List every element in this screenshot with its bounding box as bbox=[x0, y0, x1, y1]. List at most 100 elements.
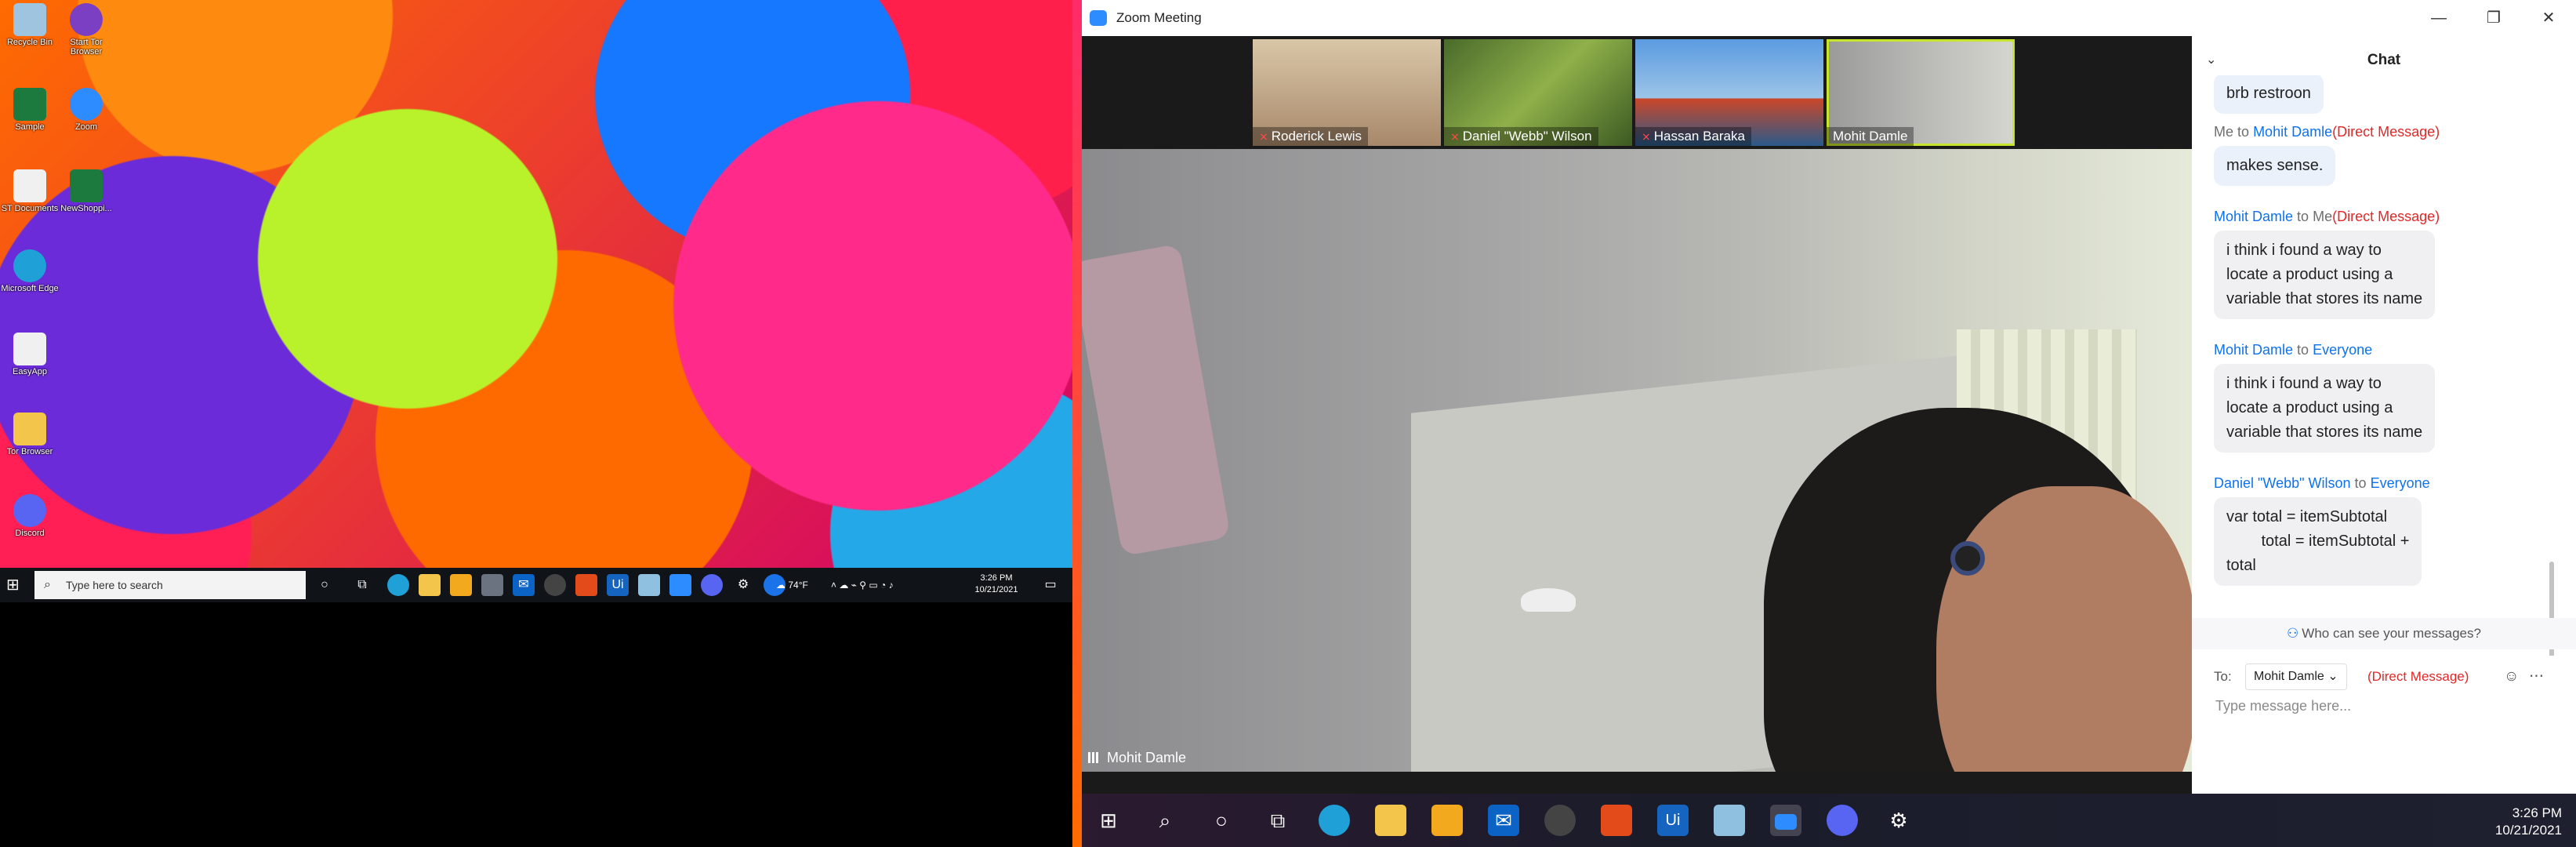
chat-message: Mohit Damle to Me(Direct Message) i thin… bbox=[2214, 207, 2440, 319]
discord-icon[interactable] bbox=[701, 574, 723, 596]
desktop-wallpaper bbox=[0, 0, 1072, 568]
participant-tile[interactable]: ⨯ Roderick Lewis bbox=[1253, 39, 1441, 146]
message-bubble: var total = itemSubtotal total = itemSub… bbox=[2214, 497, 2422, 586]
gear-icon[interactable]: ⚙ bbox=[732, 574, 754, 596]
right-taskbar-clock[interactable]: 3:26 PM 10/21/2021 bbox=[2495, 805, 2562, 839]
desktop-icon-zoom[interactable]: Zoom bbox=[56, 88, 116, 132]
chat-message: Mohit Damle to Everyone i think i found … bbox=[2214, 340, 2436, 453]
desktop-icon-recycle-bin[interactable]: Recycle Bin bbox=[0, 3, 60, 47]
edge-icon[interactable] bbox=[387, 574, 409, 596]
message-meta: Me to Mohit Damle(Direct Message) bbox=[2214, 124, 2440, 140]
chat-title: Chat bbox=[2367, 52, 2401, 68]
message-meta: Daniel "Webb" Wilson to Everyone bbox=[2214, 475, 2430, 491]
chat-message-input[interactable] bbox=[2214, 696, 2554, 778]
store-icon[interactable] bbox=[1431, 805, 1463, 836]
desktop-icon-st-documents[interactable]: ST Documents bbox=[0, 169, 60, 213]
gear-icon[interactable]: ⚙ bbox=[1883, 805, 1914, 836]
windows-start-icon[interactable]: ⊞ bbox=[6, 576, 25, 594]
left-taskbar-clock[interactable]: 3:26 PM 10/21/2021 bbox=[969, 573, 1024, 596]
chat-panel: ⌄ Chat brb restroon Me to Mohit Damle(Di… bbox=[2192, 36, 2576, 794]
document-icon bbox=[13, 169, 46, 202]
window-title: Zoom Meeting bbox=[1116, 10, 1202, 25]
tor-browser-icon bbox=[70, 3, 103, 36]
desktop-icon-sample[interactable]: Sample bbox=[0, 88, 60, 132]
search-icon[interactable]: ⌕ bbox=[1149, 805, 1181, 836]
signal-strength-icon bbox=[1088, 752, 1102, 763]
office-icon[interactable] bbox=[575, 574, 597, 596]
chat-message-list[interactable]: brb restroon Me to Mohit Damle(Direct Me… bbox=[2192, 75, 2560, 656]
participant-thumbnail-strip: ⨯ Roderick Lewis ⨯ Daniel "Webb" Wilson ⨯ H… bbox=[1082, 36, 2192, 149]
recycle-bin-icon bbox=[13, 3, 46, 36]
weather-widget[interactable]: ☁ 74°F bbox=[776, 574, 808, 596]
desktop-icon-newshopping[interactable]: NewShoppi... bbox=[56, 169, 116, 213]
participant-tile[interactable]: ⨯ Daniel "Webb" Wilson bbox=[1444, 39, 1632, 146]
zoom-titlebar: Zoom Meeting — ❐ ✕ bbox=[1082, 0, 2576, 36]
zoom-meeting-window: Zoom Meeting — ❐ ✕ ⨯ Roderick Lewis ⨯ Dani… bbox=[1082, 0, 2576, 794]
app-icon[interactable] bbox=[1544, 805, 1576, 836]
message-bubble: makes sense. bbox=[2214, 146, 2336, 186]
message-bubble: brb restroon bbox=[2214, 75, 2324, 114]
chevron-down-icon: ⌄ bbox=[2327, 670, 2338, 683]
desktop-icon-microsoft-edge[interactable]: Microsoft Edge bbox=[0, 249, 60, 293]
desktop-icon-discord[interactable]: Discord bbox=[0, 494, 60, 538]
settings-app-icon[interactable] bbox=[481, 574, 503, 596]
file-explorer-icon[interactable] bbox=[1375, 805, 1406, 836]
restore-button[interactable]: ❐ bbox=[2466, 0, 2521, 36]
task-view-icon[interactable]: ⧉ bbox=[351, 574, 373, 596]
uipath-icon[interactable]: Ui bbox=[607, 574, 629, 596]
chat-recipient-row: To: Mohit Damle ⌄ (Direct Message) ☺ ⋯ bbox=[2214, 663, 2559, 690]
desktop-icon-start-tor-browser[interactable]: Start Tor Browser bbox=[56, 3, 116, 56]
task-view-icon[interactable]: ⧉ bbox=[1262, 805, 1293, 836]
message-meta: Mohit Damle to Everyone bbox=[2214, 342, 2373, 358]
mail-icon[interactable]: ✉ bbox=[1488, 805, 1519, 836]
cortana-icon[interactable]: ○ bbox=[314, 574, 336, 596]
message-bubble: i think i found a way to locate a produc… bbox=[2214, 364, 2436, 453]
system-tray[interactable]: ˄ ☁ ⌁ ⚲ ▭ ◔ ♪ bbox=[831, 574, 964, 596]
uipath-icon[interactable]: Ui bbox=[1657, 805, 1689, 836]
cortana-icon[interactable]: ○ bbox=[1206, 805, 1237, 836]
store-icon[interactable] bbox=[450, 574, 472, 596]
muted-mic-icon: ⨯ bbox=[1642, 130, 1651, 143]
participant-tile[interactable]: ⨯ Hassan Baraka bbox=[1635, 39, 1823, 146]
notification-icon[interactable]: ▭ bbox=[1039, 574, 1061, 596]
recipient-dropdown[interactable]: Mohit Damle ⌄ bbox=[2245, 663, 2347, 690]
weather-icon: ☁ bbox=[776, 580, 789, 591]
muted-mic-icon: ⨯ bbox=[1259, 130, 1268, 143]
app-icon[interactable] bbox=[544, 574, 566, 596]
file-explorer-icon[interactable] bbox=[419, 574, 441, 596]
more-options-icon[interactable]: ⋯ bbox=[2529, 663, 2544, 690]
discord-icon[interactable] bbox=[1827, 805, 1858, 836]
close-button[interactable]: ✕ bbox=[2521, 0, 2576, 36]
who-can-see-messages-link[interactable]: ⚇ Who can see your messages? bbox=[2192, 618, 2576, 649]
edge-icon[interactable] bbox=[1319, 805, 1350, 836]
office-icon[interactable] bbox=[1601, 805, 1632, 836]
zoom-taskbar-icon[interactable] bbox=[1770, 805, 1801, 836]
message-meta: Mohit Damle to Me(Direct Message) bbox=[2214, 209, 2440, 224]
left-monitor: Recycle Bin Start Tor Browser Sample Zoo… bbox=[0, 0, 1072, 847]
mail-icon[interactable]: ✉ bbox=[513, 574, 535, 596]
notepad-icon[interactable] bbox=[1714, 805, 1745, 836]
people-icon: ⚇ bbox=[2287, 626, 2299, 641]
monitor-divider bbox=[1072, 0, 1082, 847]
windows-start-icon[interactable]: ⊞ bbox=[1093, 805, 1124, 836]
muted-mic-icon: ⨯ bbox=[1450, 130, 1460, 143]
notepad-icon[interactable] bbox=[638, 574, 660, 596]
zoom-logo-icon bbox=[1090, 10, 1107, 26]
chat-message: Me to Mohit Damle(Direct Message) makes … bbox=[2214, 122, 2440, 186]
excel-file-icon bbox=[70, 169, 103, 202]
active-speaker-video[interactable]: Mohit Damle bbox=[1082, 149, 2192, 772]
zoom-icon[interactable] bbox=[669, 574, 691, 596]
edge-icon bbox=[13, 249, 46, 282]
excel-file-icon bbox=[13, 88, 46, 121]
minimize-button[interactable]: — bbox=[2411, 0, 2466, 36]
desktop-icon-easyapp[interactable]: EasyApp bbox=[0, 333, 60, 376]
message-bubble: i think i found a way to locate a produc… bbox=[2214, 231, 2436, 319]
search-icon: ⌕ bbox=[44, 578, 51, 591]
desktop-icon-tor-browser[interactable]: Tor Browser bbox=[0, 413, 60, 456]
file-icon bbox=[13, 333, 46, 365]
left-taskbar: ⊞ ⌕ Type here to search ○ ⧉ ✉ Ui ⚙ ☁ 74°… bbox=[0, 568, 1072, 602]
participant-tile-active-speaker[interactable]: Mohit Damle bbox=[1827, 39, 2015, 146]
chat-message: brb restroon bbox=[2214, 75, 2324, 114]
taskbar-search-box[interactable]: ⌕ Type here to search bbox=[34, 571, 306, 599]
emoji-icon[interactable]: ☺ bbox=[2504, 663, 2519, 690]
